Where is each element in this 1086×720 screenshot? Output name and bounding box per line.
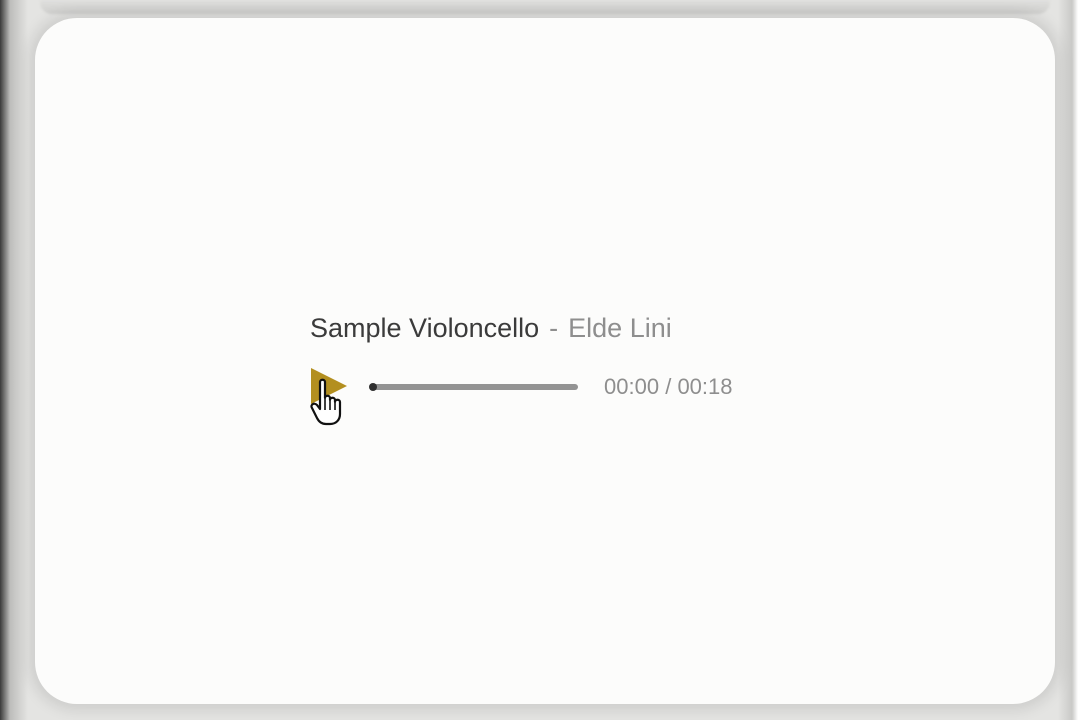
- progress-handle[interactable]: [369, 383, 377, 391]
- title-separator: -: [549, 313, 559, 343]
- time-display: 00:00 / 00:18: [604, 372, 733, 402]
- play-icon: [311, 368, 347, 404]
- top-edge-strip: [40, 0, 1050, 14]
- time-separator: /: [665, 374, 672, 399]
- track-info: Sample Violoncello - Elde Lini: [310, 310, 672, 346]
- duration: 00:18: [677, 374, 733, 399]
- progress-bar[interactable]: [369, 383, 578, 391]
- play-button[interactable]: [310, 366, 350, 406]
- audio-player: Sample Violoncello - Elde Lini 00:00 / 00:…: [310, 310, 770, 410]
- track-artist: Elde Lini: [568, 313, 672, 343]
- current-time: 00:00: [604, 374, 660, 399]
- track-title: Sample Violoncello: [310, 313, 540, 343]
